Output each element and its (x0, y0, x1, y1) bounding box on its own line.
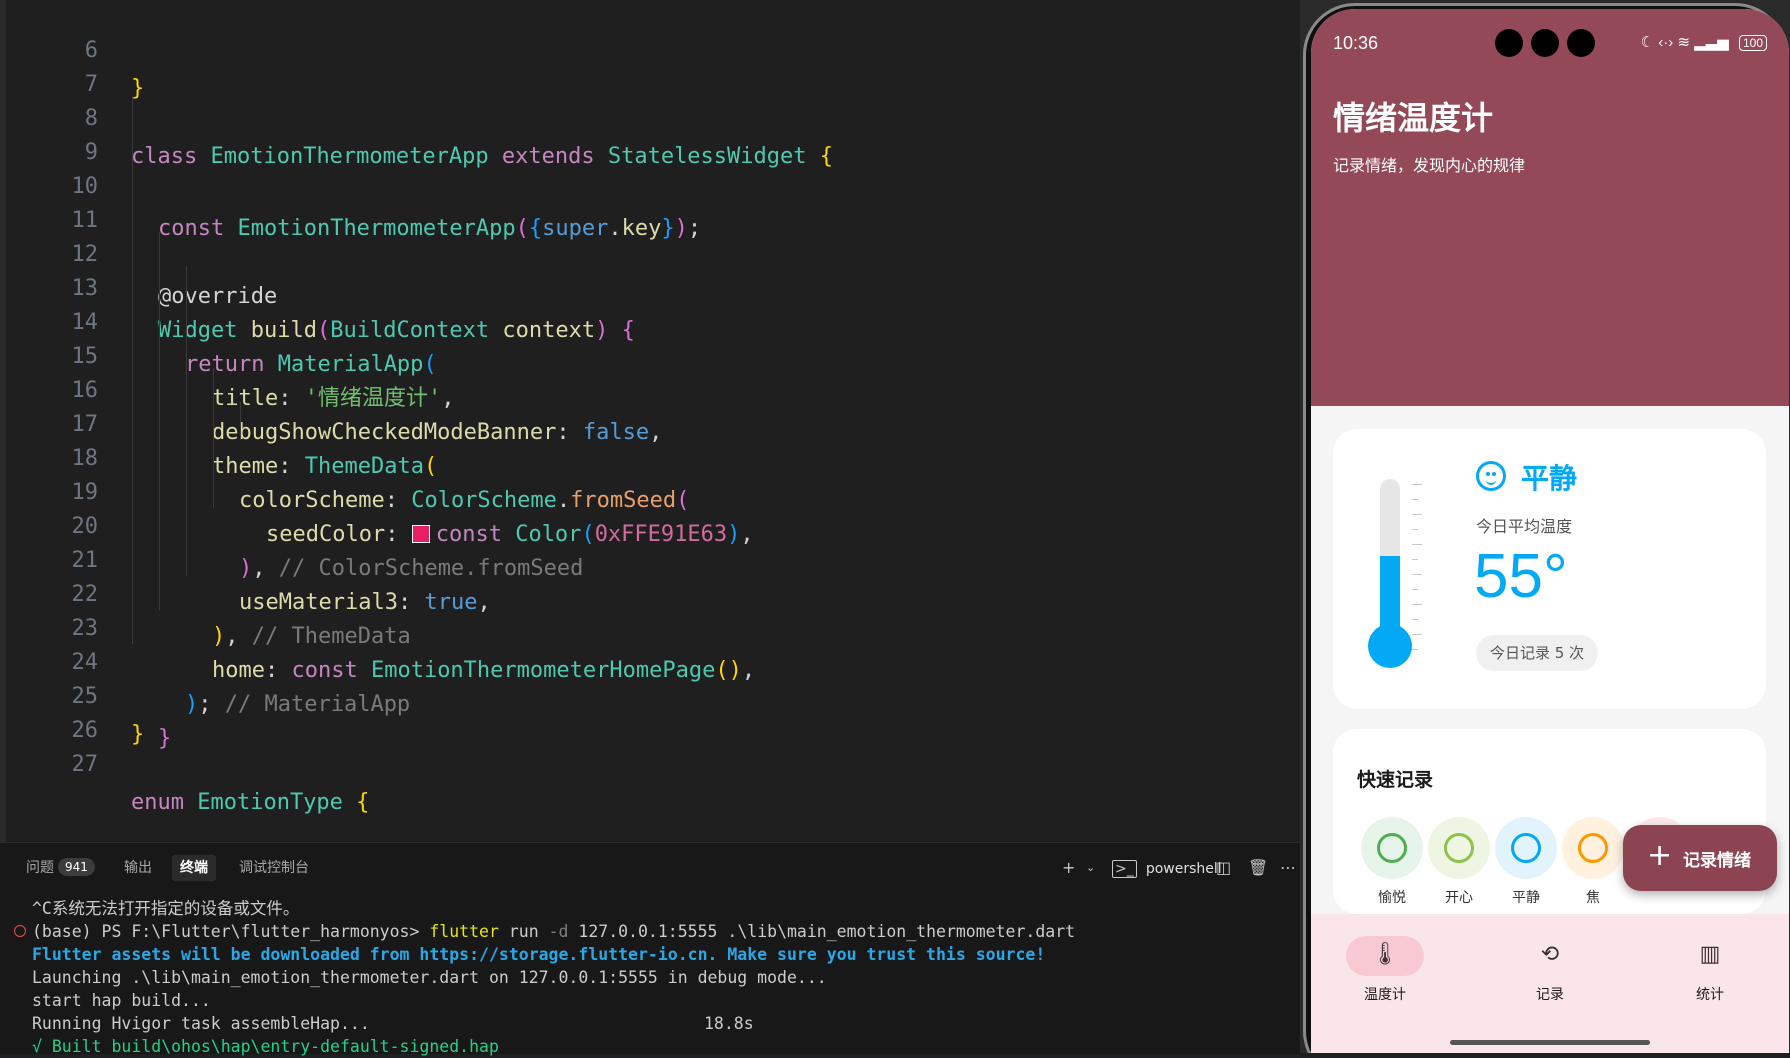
record-emotion-button[interactable]: + 记录情绪 (1623, 825, 1777, 891)
code-line[interactable]: 17 colorScheme: ColorScheme.fromSeed( (0, 368, 1300, 513)
emotion-button[interactable] (1562, 817, 1624, 879)
calm-face-icon (1476, 461, 1506, 491)
code-line[interactable]: 10 (0, 130, 1300, 199)
tab-problems[interactable]: 问题 941 (18, 855, 103, 881)
thermometer-bulb (1368, 624, 1412, 668)
trash-icon[interactable]: 🗑 (1248, 855, 1268, 881)
scale-tick (1412, 544, 1422, 545)
emotion-label: 焦 (1586, 890, 1600, 906)
scale-tick (1412, 529, 1418, 530)
record-count-chip: 今日记录 5 次 (1476, 635, 1599, 671)
temperature-card: 平静 今日平均温度 55° 今日记录 5 次 (1333, 429, 1766, 709)
emotion-label: 开心 (1445, 890, 1473, 906)
code-line[interactable]: 12 Widget build(BuildContext context) { (0, 198, 1300, 343)
thermometer-icon: 🌡 (1371, 942, 1399, 967)
scale-tick (1412, 514, 1422, 515)
status-icons: ☾ ‹·› ≋ ▂▃▅ 100 (1641, 33, 1767, 51)
bottom-navigation: 🌡 温度计 ⟲ 记录 ▥ 统计 (1311, 914, 1789, 1053)
split-terminal-icon[interactable]: ◫ (1216, 855, 1231, 881)
code-line[interactable]: 20 useMaterial3: true, (0, 470, 1300, 615)
battery-icon: 100 (1738, 35, 1767, 51)
scale-tick (1412, 604, 1422, 605)
face-icon (1444, 833, 1474, 863)
code-editor[interactable]: 6 } 7 8 class EmotionThermometerApp exte… (0, 0, 1300, 842)
emotion-button[interactable] (1428, 817, 1490, 879)
moon-icon: ☾ (1640, 34, 1655, 51)
plus-icon: + (1647, 838, 1673, 873)
code-line[interactable]: 21 ), // ThemeData (0, 504, 1300, 649)
tab-terminal[interactable]: 终端 (172, 855, 216, 881)
emotion-button[interactable] (1495, 817, 1557, 879)
camera-icon (1495, 29, 1523, 57)
code-line[interactable]: 9 const EmotionThermometerApp({super.key… (0, 96, 1300, 241)
nav-item-records[interactable]: ⟲ 记录 (1490, 914, 1610, 1014)
more-actions-icon[interactable]: ⋯ (1280, 855, 1296, 881)
emotion-name: 平静 (1521, 462, 1578, 495)
chevron-down-icon[interactable]: ⌄ (1086, 855, 1095, 881)
history-icon: ⟲ (1540, 942, 1560, 967)
nav-item-stats[interactable]: ▥ 统计 (1650, 914, 1770, 1014)
signal-icon: ▂▃▅ (1694, 34, 1729, 51)
panel-tabs: 问题 941 输出 终端 调试控制台 + ⌄ >_ powershell ◫ 🗑 … (0, 843, 1300, 893)
code-line[interactable]: 16 theme: ThemeData( (0, 334, 1300, 479)
home-indicator (1450, 1040, 1650, 1045)
tab-debug-console[interactable]: 调试控制台 (231, 855, 317, 881)
wifi-icon: ≋ (1677, 34, 1691, 51)
bottom-panel: 问题 941 输出 终端 调试控制台 + ⌄ >_ powershell ◫ 🗑 … (0, 842, 1300, 1056)
error-decoration-icon (14, 925, 26, 937)
terminal-shell-selector[interactable]: >_ powershell (1112, 855, 1222, 881)
code-line[interactable]: 14 title: '情绪温度计', (0, 266, 1300, 411)
nav-item-thermometer[interactable]: 🌡 温度计 (1325, 914, 1445, 1014)
new-terminal-plus-icon[interactable]: + (1062, 855, 1075, 881)
camera-icon (1567, 29, 1595, 57)
tab-output[interactable]: 输出 (116, 855, 160, 881)
code-icon: ‹·› (1658, 34, 1674, 51)
code-line[interactable]: 25 } (0, 640, 1300, 747)
code-line[interactable]: 19 ), // ColorScheme.fromSeed (0, 436, 1300, 581)
temperature-value: 55° (1474, 542, 1568, 611)
scale-tick (1412, 619, 1418, 620)
code-line[interactable]: 8 class EmotionThermometerApp extends St… (0, 62, 1300, 169)
app-screen: 10:36 ☾ ‹·› ≋ ▂▃▅ 100 情绪温度计 记录情绪，发现内心的规律… (1311, 9, 1789, 1053)
chart-icon: ▥ (1699, 942, 1721, 967)
emotion-label: 平静 (1512, 890, 1540, 906)
code-line[interactable]: 11 @override (0, 164, 1300, 309)
code-line[interactable]: 7 (0, 28, 1300, 97)
code-line[interactable]: 18 seedColor: const Color(0xFFE91E63), (0, 402, 1300, 547)
scale-tick (1412, 649, 1418, 650)
scale-tick (1412, 484, 1422, 485)
scale-tick (1412, 574, 1422, 575)
code-line[interactable]: 27 enum EmotionType { (0, 708, 1300, 815)
scale-tick (1412, 499, 1418, 500)
code-line[interactable]: 24 } (0, 606, 1300, 751)
emotion-button[interactable] (1361, 817, 1423, 879)
quick-record-title: 快速记录 (1357, 769, 1434, 791)
device-preview: 10:36 ☾ ‹·› ≋ ▂▃▅ 100 情绪温度计 记录情绪，发现内心的规律… (1300, 0, 1790, 1053)
average-temperature-label: 今日平均温度 (1476, 517, 1573, 536)
camera-icon (1531, 29, 1559, 57)
code-line[interactable]: 13 return MaterialApp( (0, 232, 1300, 377)
page-title: 情绪温度计 (1333, 99, 1494, 137)
problems-count-badge: 941 (58, 858, 95, 876)
scale-tick (1412, 559, 1418, 560)
face-icon (1578, 833, 1608, 863)
face-icon (1377, 833, 1407, 863)
code-line[interactable]: 26 (0, 674, 1300, 743)
emotion-label: 愉悦 (1378, 890, 1406, 906)
status-time: 10:36 (1333, 33, 1379, 53)
app-header: 10:36 ☾ ‹·› ≋ ▂▃▅ 100 情绪温度计 记录情绪，发现内心的规律 (1311, 9, 1789, 406)
code-line[interactable]: 22 home: const EmotionThermometerHomePag… (0, 538, 1300, 683)
page-subtitle: 记录情绪，发现内心的规律 (1333, 156, 1526, 175)
scale-tick (1412, 634, 1422, 635)
scale-tick (1412, 589, 1418, 590)
code-line[interactable]: 23 ); // MaterialApp (0, 572, 1300, 717)
terminal-icon: >_ (1112, 860, 1137, 878)
face-icon (1511, 833, 1541, 863)
code-line[interactable]: 15 debugShowCheckedModeBanner: false, (0, 300, 1300, 445)
